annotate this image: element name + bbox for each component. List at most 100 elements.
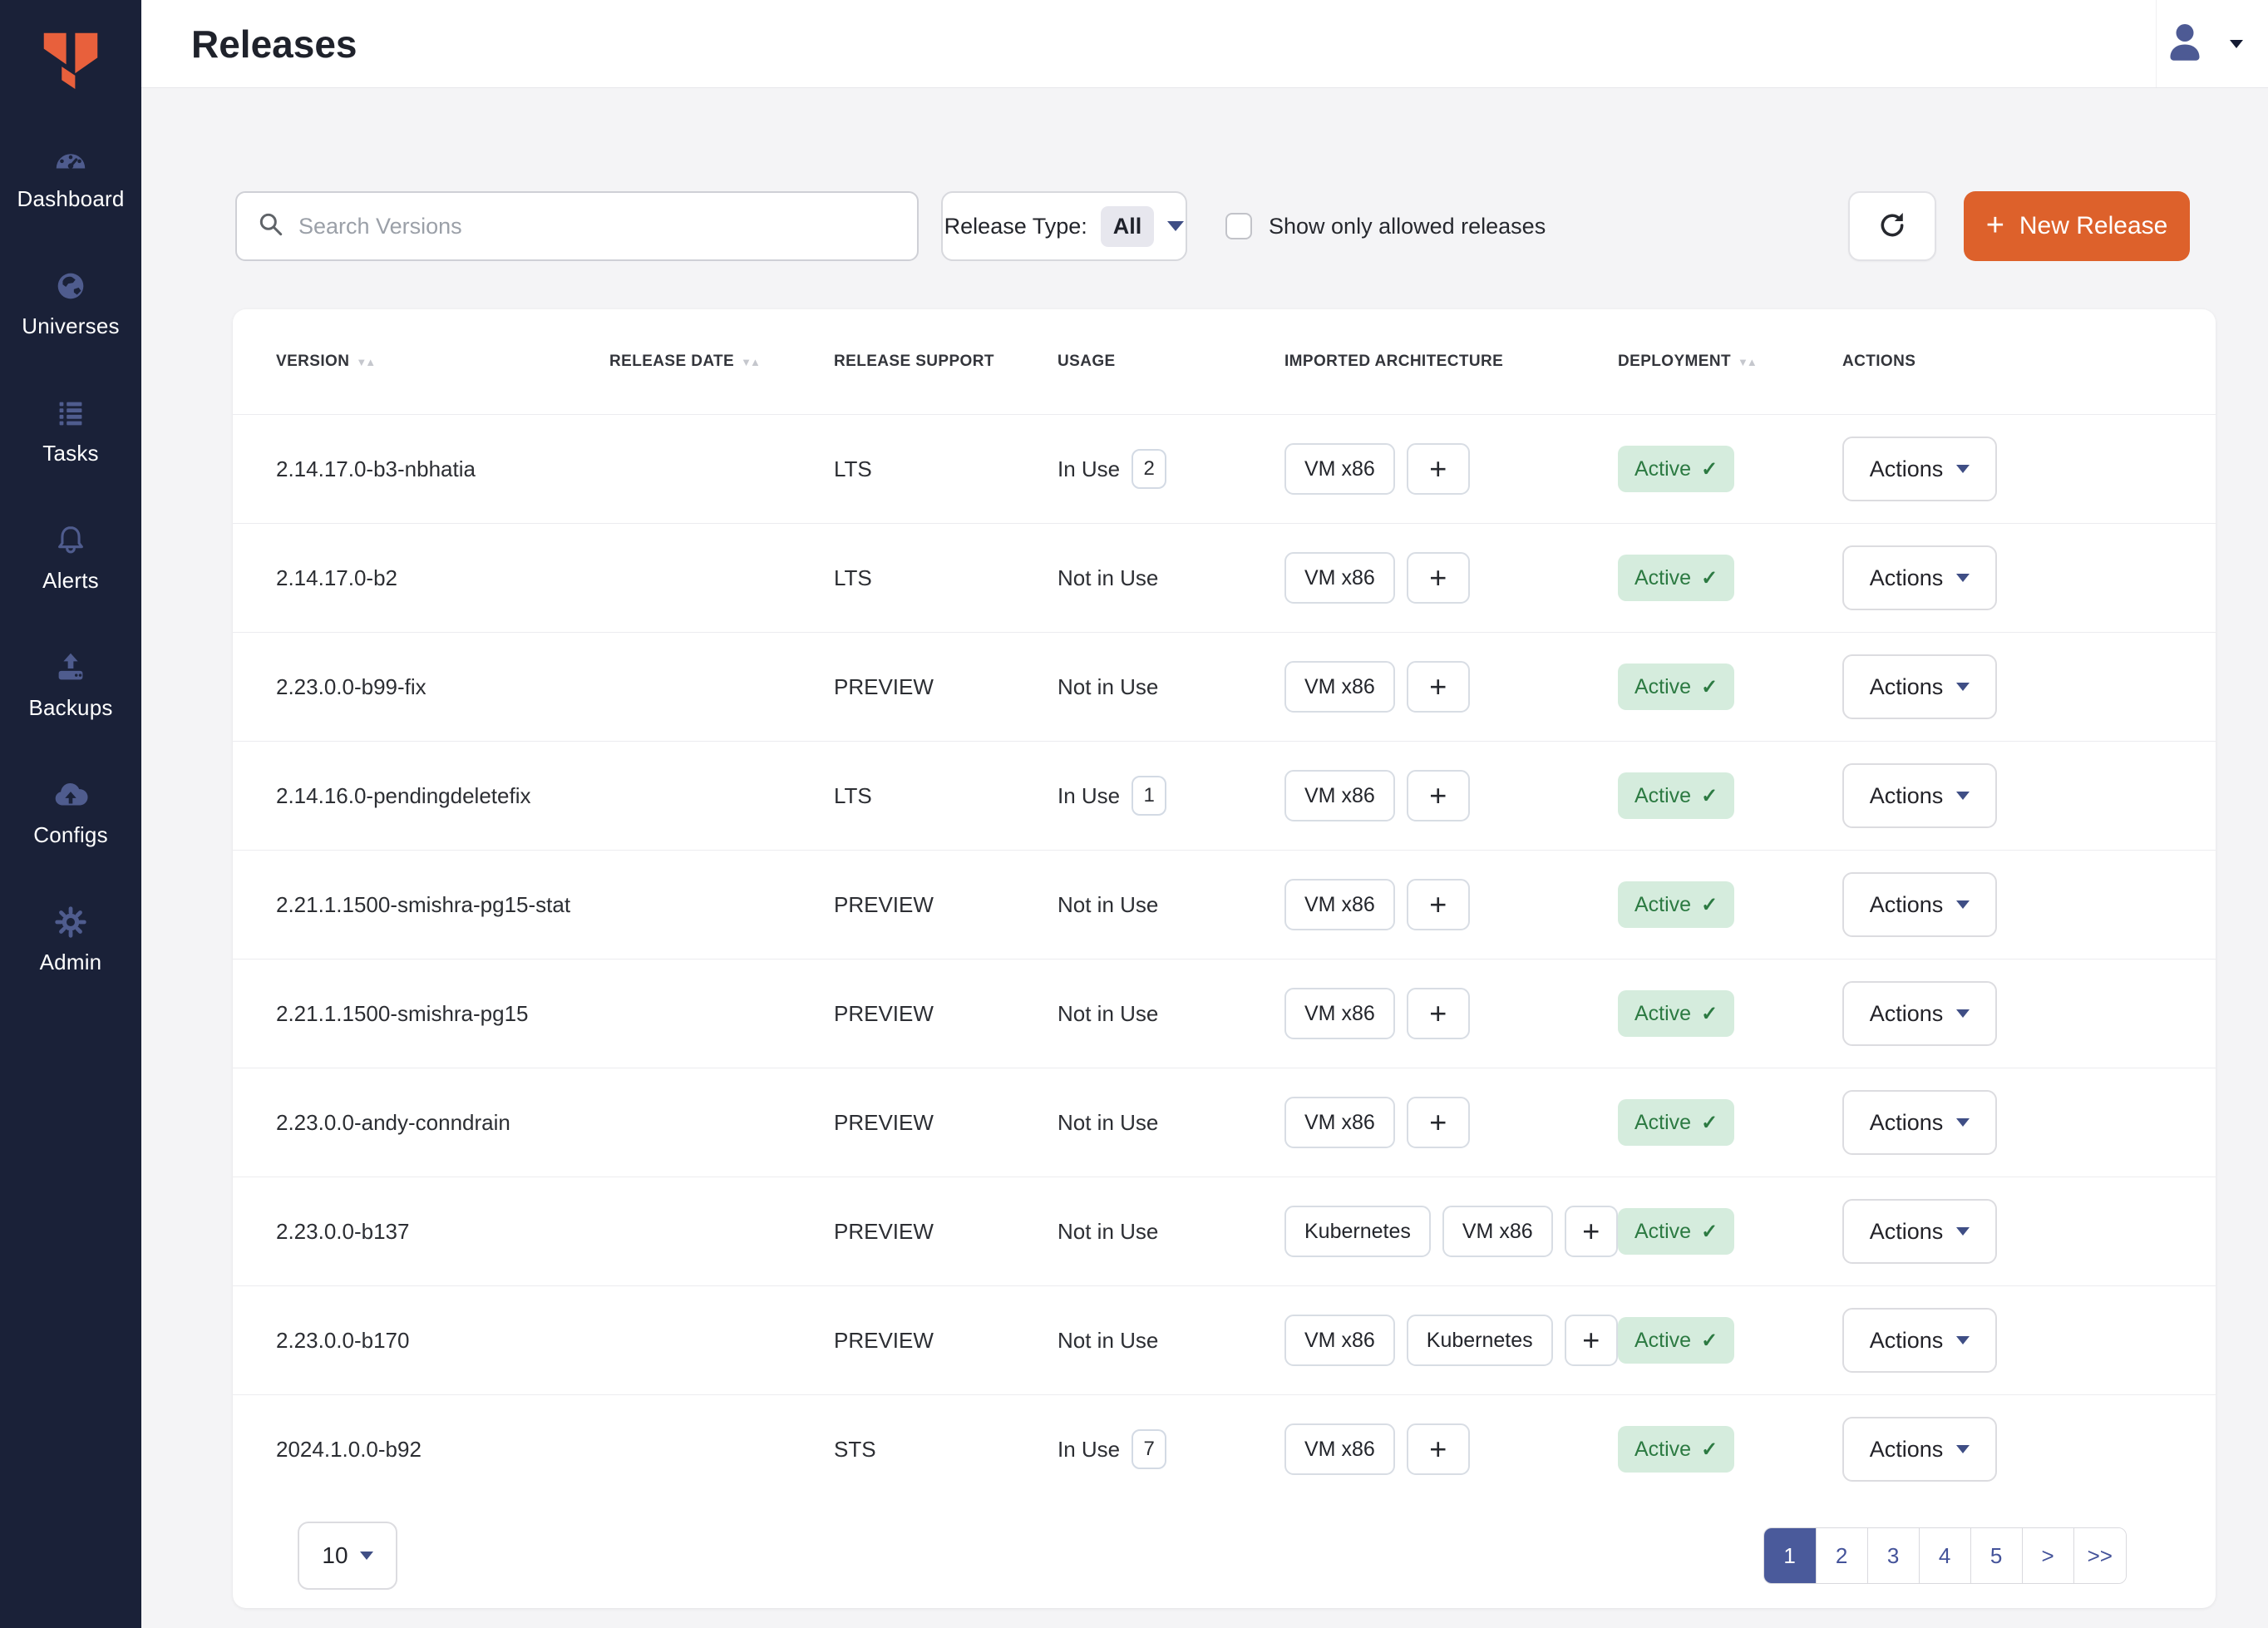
release-support-cell: PREVIEW <box>834 1001 1058 1027</box>
chevron-down-icon <box>1956 1336 1970 1344</box>
page-title: Releases <box>191 22 357 67</box>
usage-label: In Use <box>1058 783 1120 809</box>
actions-button[interactable]: Actions <box>1842 545 1997 610</box>
pagination-page-4[interactable]: 4 <box>1919 1528 1970 1583</box>
add-architecture-button[interactable]: + <box>1407 1423 1470 1475</box>
usage-label: Not in Use <box>1058 1328 1158 1354</box>
architecture-cell: VM x86 + <box>1284 661 1618 713</box>
sidebar-item-configs[interactable]: Configs <box>0 774 141 901</box>
check-icon: ✓ <box>1701 457 1718 481</box>
add-architecture-button[interactable]: + <box>1407 552 1470 604</box>
top-header-bar: Releases <box>141 0 2268 88</box>
architecture-chip: VM x86 <box>1284 879 1395 930</box>
deployment-cell: Active ✓ <box>1618 1208 1842 1255</box>
release-type-dropdown[interactable]: Release Type: All <box>941 191 1187 261</box>
actions-cell: Actions <box>1842 437 2172 501</box>
column-header-deployment[interactable]: DEPLOYMENT ▼▲ <box>1618 353 1842 371</box>
actions-cell: Actions <box>1842 654 2172 719</box>
chevron-down-icon <box>1956 574 1970 582</box>
chevron-down-icon <box>1956 1009 1970 1018</box>
user-menu[interactable] <box>2155 0 2250 87</box>
deployment-status-badge: Active ✓ <box>1618 772 1734 819</box>
table-footer: 10 1 2 3 4 5 > >> <box>233 1503 2216 1608</box>
add-architecture-button[interactable]: + <box>1565 1315 1618 1366</box>
usage-label: Not in Use <box>1058 1219 1158 1245</box>
actions-cell: Actions <box>1842 1308 2172 1373</box>
add-architecture-button[interactable]: + <box>1565 1206 1618 1257</box>
actions-button[interactable]: Actions <box>1842 1417 1997 1482</box>
sidebar-item-tasks[interactable]: Tasks <box>0 392 141 520</box>
usage-cell: In Use 7 <box>1058 1429 1284 1469</box>
actions-button[interactable]: Actions <box>1842 1090 1997 1155</box>
usage-label: Not in Use <box>1058 892 1158 918</box>
pagination-page-5[interactable]: 5 <box>1970 1528 2022 1583</box>
show-only-allowed-checkbox[interactable] <box>1225 213 1252 239</box>
search-icon <box>257 210 285 243</box>
architecture-cell: VM x86 + <box>1284 1097 1618 1148</box>
release-type-value: All <box>1101 206 1155 247</box>
column-header-version[interactable]: VERSION ▼▲ <box>276 353 609 371</box>
sidebar-item-backups[interactable]: Backups <box>0 647 141 774</box>
usage-count-badge: 7 <box>1132 1429 1166 1469</box>
version-cell: 2.23.0.0-b99-fix <box>276 674 609 700</box>
add-architecture-button[interactable]: + <box>1407 661 1470 713</box>
sort-icon: ▼▲ <box>1738 356 1756 368</box>
table-row: 2.21.1.1500-smishra-pg15-stat PREVIEW No… <box>233 850 2216 959</box>
sidebar-item-label: Backups <box>28 695 112 721</box>
actions-button[interactable]: Actions <box>1842 872 1997 937</box>
architecture-chip: VM x86 <box>1284 1097 1395 1148</box>
pagination-page-3[interactable]: 3 <box>1867 1528 1919 1583</box>
deployment-cell: Active ✓ <box>1618 1426 1842 1473</box>
column-header-release-date[interactable]: RELEASE DATE ▼▲ <box>609 353 834 371</box>
page-size-dropdown[interactable]: 10 <box>298 1522 397 1590</box>
actions-button[interactable]: Actions <box>1842 1308 1997 1373</box>
actions-button[interactable]: Actions <box>1842 654 1997 719</box>
actions-button[interactable]: Actions <box>1842 437 1997 501</box>
yugabyte-logo-icon[interactable] <box>32 22 109 98</box>
architecture-chip: VM x86 <box>1284 661 1395 713</box>
add-architecture-button[interactable]: + <box>1407 988 1470 1039</box>
sidebar-item-admin[interactable]: Admin <box>0 901 141 1029</box>
pagination-last-button[interactable]: >> <box>2073 1528 2126 1583</box>
usage-cell: Not in Use <box>1058 892 1284 918</box>
add-architecture-button[interactable]: + <box>1407 1097 1470 1148</box>
deployment-status-badge: Active ✓ <box>1618 1099 1734 1146</box>
deployment-cell: Active ✓ <box>1618 555 1842 601</box>
actions-button[interactable]: Actions <box>1842 763 1997 828</box>
sidebar-item-dashboard[interactable]: Dashboard <box>0 138 141 265</box>
chevron-down-icon <box>1956 1118 1970 1127</box>
architecture-cell: VM x86 + <box>1284 1423 1618 1475</box>
deployment-cell: Active ✓ <box>1618 772 1842 819</box>
table-row: 2.23.0.0-b137 PREVIEW Not in Use Kuberne… <box>233 1177 2216 1285</box>
add-architecture-button[interactable]: + <box>1407 443 1470 495</box>
upload-backup-icon <box>52 647 90 687</box>
pagination-page-1[interactable]: 1 <box>1764 1528 1816 1583</box>
pagination-page-2[interactable]: 2 <box>1816 1528 1867 1583</box>
actions-button[interactable]: Actions <box>1842 1199 1997 1264</box>
check-icon: ✓ <box>1701 1111 1718 1135</box>
architecture-chip: VM x86 <box>1284 1423 1395 1475</box>
architecture-chip: VM x86 <box>1284 552 1395 604</box>
actions-cell: Actions <box>1842 1199 2172 1264</box>
architecture-cell: VM x86 + <box>1284 443 1618 495</box>
table-row: 2.23.0.0-b99-fix PREVIEW Not in Use VM x… <box>233 632 2216 741</box>
pagination-next-button[interactable]: > <box>2022 1528 2073 1583</box>
add-architecture-button[interactable]: + <box>1407 879 1470 930</box>
architecture-chip: VM x86 <box>1442 1206 1553 1257</box>
deployment-status-badge: Active ✓ <box>1618 1208 1734 1255</box>
table-row: 2.21.1.1500-smishra-pg15 PREVIEW Not in … <box>233 959 2216 1068</box>
refresh-button[interactable] <box>1848 191 1936 261</box>
actions-button[interactable]: Actions <box>1842 981 1997 1046</box>
sidebar-item-universes[interactable]: Universes <box>0 265 141 392</box>
sidebar: Dashboard Universes <box>0 0 141 1628</box>
search-input[interactable] <box>298 214 880 239</box>
gauge-icon <box>52 138 90 178</box>
version-cell: 2.23.0.0-b137 <box>276 1219 609 1245</box>
sidebar-item-alerts[interactable]: Alerts <box>0 520 141 647</box>
add-architecture-button[interactable]: + <box>1407 770 1470 821</box>
new-release-button[interactable]: + New Release <box>1964 191 2190 261</box>
usage-cell: In Use 2 <box>1058 449 1284 489</box>
usage-cell: Not in Use <box>1058 1219 1284 1245</box>
sidebar-nav: Dashboard Universes <box>0 138 141 1029</box>
deployment-cell: Active ✓ <box>1618 990 1842 1037</box>
